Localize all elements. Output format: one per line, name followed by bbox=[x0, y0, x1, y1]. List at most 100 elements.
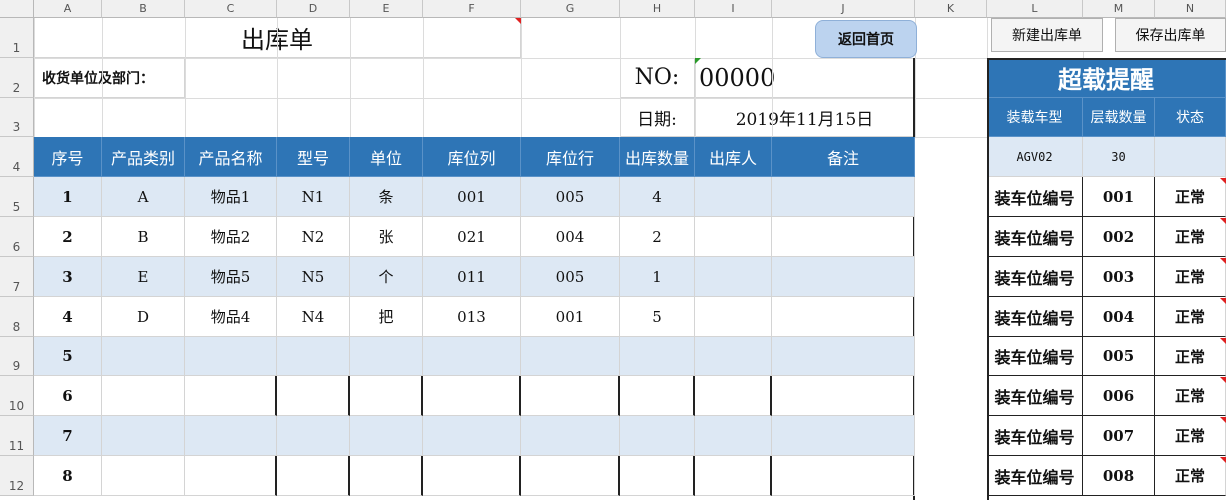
column-header-h[interactable]: H bbox=[620, 0, 695, 18]
table-cell[interactable] bbox=[423, 456, 521, 496]
table-cell[interactable] bbox=[102, 456, 185, 496]
table-cell[interactable]: A bbox=[102, 177, 185, 217]
table-cell[interactable] bbox=[772, 456, 915, 496]
slot-label-cell[interactable]: 装车位编号 bbox=[987, 297, 1083, 337]
table-cell[interactable] bbox=[695, 376, 772, 416]
slot-status-cell[interactable]: 正常 bbox=[1155, 337, 1226, 376]
table-cell[interactable] bbox=[772, 297, 915, 337]
row-header-4[interactable]: 4 bbox=[0, 137, 34, 177]
table-cell[interactable] bbox=[521, 456, 620, 496]
slot-label-cell[interactable]: 装车位编号 bbox=[987, 416, 1083, 456]
row-index-cell[interactable]: 4 bbox=[34, 297, 102, 337]
date-value[interactable]: 2019年11月15日 bbox=[695, 98, 915, 137]
row-index-cell[interactable]: 5 bbox=[34, 337, 102, 376]
table-cell[interactable] bbox=[620, 456, 695, 496]
table-cell[interactable]: 把 bbox=[350, 297, 423, 337]
column-header-d[interactable]: D bbox=[277, 0, 350, 18]
table-cell[interactable]: 001 bbox=[521, 297, 620, 337]
slot-label-cell[interactable]: 装车位编号 bbox=[987, 376, 1083, 416]
slot-label-cell[interactable]: 装车位编号 bbox=[987, 337, 1083, 376]
table-cell[interactable] bbox=[350, 376, 423, 416]
table-cell[interactable] bbox=[695, 337, 772, 376]
table-cell[interactable] bbox=[423, 416, 521, 456]
table-cell[interactable]: 物品5 bbox=[185, 257, 277, 297]
table-cell[interactable] bbox=[772, 177, 915, 217]
slot-code-cell[interactable]: 001 bbox=[1083, 177, 1155, 217]
table-cell[interactable]: 2 bbox=[620, 217, 695, 257]
select-all-corner[interactable] bbox=[0, 0, 34, 18]
column-header-j[interactable]: J bbox=[772, 0, 915, 18]
table-cell[interactable] bbox=[102, 337, 185, 376]
table-cell[interactable] bbox=[185, 416, 277, 456]
table-cell[interactable] bbox=[350, 416, 423, 456]
table-header-cell[interactable]: 库位行 bbox=[521, 137, 620, 177]
row-index-cell[interactable]: 6 bbox=[34, 376, 102, 416]
row-header-11[interactable]: 11 bbox=[0, 416, 34, 456]
table-cell[interactable] bbox=[695, 456, 772, 496]
table-cell[interactable]: 005 bbox=[521, 177, 620, 217]
table-cell[interactable] bbox=[521, 416, 620, 456]
column-header-f[interactable]: F bbox=[423, 0, 521, 18]
table-cell[interactable] bbox=[772, 217, 915, 257]
table-cell[interactable] bbox=[102, 416, 185, 456]
table-cell[interactable] bbox=[772, 337, 915, 376]
receiver-label[interactable]: 收货单位及部门： bbox=[34, 58, 185, 98]
table-cell[interactable] bbox=[185, 337, 277, 376]
no-value[interactable]: 00000 bbox=[695, 58, 915, 98]
slot-status-cell[interactable]: 正常 bbox=[1155, 416, 1226, 456]
slot-code-cell[interactable]: 004 bbox=[1083, 297, 1155, 337]
vehicle-status-cell[interactable] bbox=[1155, 137, 1226, 177]
row-header-12[interactable]: 12 bbox=[0, 456, 34, 496]
table-cell[interactable]: E bbox=[102, 257, 185, 297]
slot-label-cell[interactable]: 装车位编号 bbox=[987, 217, 1083, 257]
row-index-cell[interactable]: 2 bbox=[34, 217, 102, 257]
row-header-9[interactable]: 9 bbox=[0, 337, 34, 376]
table-cell[interactable]: 1 bbox=[620, 257, 695, 297]
table-cell[interactable]: N1 bbox=[277, 177, 350, 217]
date-label[interactable]: 日期: bbox=[620, 98, 695, 137]
row-header-3[interactable]: 3 bbox=[0, 98, 34, 137]
table-cell[interactable] bbox=[772, 376, 915, 416]
table-header-cell[interactable]: 产品名称 bbox=[185, 137, 277, 177]
table-cell[interactable]: 个 bbox=[350, 257, 423, 297]
slot-status-cell[interactable]: 正常 bbox=[1155, 257, 1226, 297]
table-cell[interactable]: N4 bbox=[277, 297, 350, 337]
table-cell[interactable]: N2 bbox=[277, 217, 350, 257]
table-cell[interactable] bbox=[695, 416, 772, 456]
table-header-cell[interactable]: 出库人 bbox=[695, 137, 772, 177]
slot-status-cell[interactable]: 正常 bbox=[1155, 376, 1226, 416]
table-header-cell[interactable]: 库位列 bbox=[423, 137, 521, 177]
table-cell[interactable]: N5 bbox=[277, 257, 350, 297]
slot-status-cell[interactable]: 正常 bbox=[1155, 177, 1226, 217]
slot-code-cell[interactable]: 008 bbox=[1083, 456, 1155, 496]
overload-header-cell[interactable]: 状态 bbox=[1155, 98, 1226, 137]
column-header-l[interactable]: L bbox=[987, 0, 1083, 18]
table-header-cell[interactable]: 出库数量 bbox=[620, 137, 695, 177]
table-cell[interactable] bbox=[185, 376, 277, 416]
table-cell[interactable] bbox=[277, 456, 350, 496]
row-index-cell[interactable]: 7 bbox=[34, 416, 102, 456]
table-cell[interactable]: 物品2 bbox=[185, 217, 277, 257]
home-button[interactable]: 返回首页 bbox=[815, 20, 917, 58]
slot-code-cell[interactable]: 003 bbox=[1083, 257, 1155, 297]
column-header-g[interactable]: G bbox=[521, 0, 620, 18]
table-cell[interactable] bbox=[521, 337, 620, 376]
column-header-m[interactable]: M bbox=[1083, 0, 1155, 18]
slot-label-cell[interactable]: 装车位编号 bbox=[987, 257, 1083, 297]
row-header-2[interactable]: 2 bbox=[0, 58, 34, 98]
row-index-cell[interactable]: 3 bbox=[34, 257, 102, 297]
overload-header-cell[interactable]: 层载数量 bbox=[1083, 98, 1155, 137]
slot-code-cell[interactable]: 002 bbox=[1083, 217, 1155, 257]
column-header-e[interactable]: E bbox=[350, 0, 423, 18]
overload-title[interactable]: 超载提醒 bbox=[987, 58, 1226, 98]
table-cell[interactable]: D bbox=[102, 297, 185, 337]
table-cell[interactable]: 013 bbox=[423, 297, 521, 337]
table-cell[interactable]: 011 bbox=[423, 257, 521, 297]
table-header-cell[interactable]: 序号 bbox=[34, 137, 102, 177]
slot-label-cell[interactable]: 装车位编号 bbox=[987, 177, 1083, 217]
row-header-8[interactable]: 8 bbox=[0, 297, 34, 337]
column-header-a[interactable]: A bbox=[34, 0, 102, 18]
slot-code-cell[interactable]: 005 bbox=[1083, 337, 1155, 376]
table-cell[interactable] bbox=[423, 376, 521, 416]
table-cell[interactable] bbox=[277, 376, 350, 416]
